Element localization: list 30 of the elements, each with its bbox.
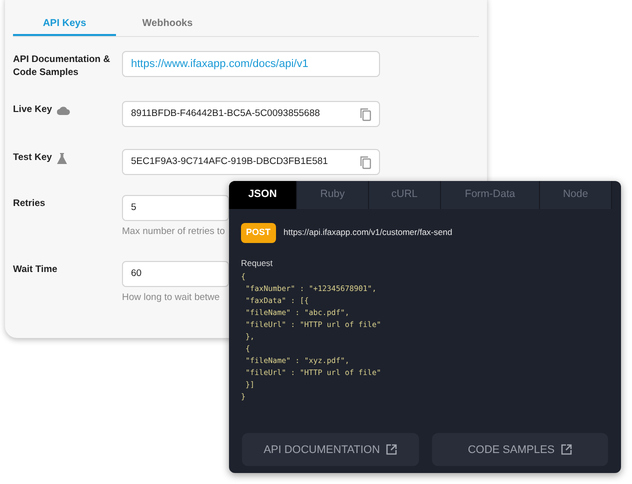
field-label: Live Key xyxy=(13,103,52,116)
tab[interactable]: API Keys xyxy=(13,12,116,36)
input-field[interactable]: 60 xyxy=(122,261,229,288)
field-label: Wait Time xyxy=(13,263,58,276)
input-field[interactable]: 5EC1F9A3-9C714AFC-919B-DBCD3FB1E581 xyxy=(122,149,380,175)
input-field[interactable]: https://www.ifaxapp.com/docs/api/v1 xyxy=(122,51,380,77)
tab[interactable]: Webhooks xyxy=(116,12,219,36)
link-button[interactable]: API DOCUMENTATION xyxy=(242,433,418,466)
field-label: Retries xyxy=(13,197,46,210)
field-label: API Documentation & Code Samples xyxy=(13,53,111,79)
copy-icon[interactable] xyxy=(360,108,371,120)
copy-icon[interactable] xyxy=(360,156,371,168)
hint-text: How long to wait betwe xyxy=(122,291,220,306)
endpoint-url: https://api.ifaxapp.com/v1/customer/fax-send xyxy=(284,226,452,240)
link-button[interactable]: CODE SAMPLES xyxy=(432,433,608,466)
input-field[interactable]: 8911BFDB-F46442B1-BC5A-5C0093855688 xyxy=(122,101,380,127)
hint-text: Max number of retries to xyxy=(122,225,225,239)
tab[interactable]: cURL xyxy=(369,181,441,209)
request-label: Request xyxy=(241,256,274,270)
method-badge: POST xyxy=(241,223,276,242)
external-link-icon xyxy=(386,444,397,456)
tab[interactable]: Node xyxy=(540,181,612,209)
tab[interactable]: Ruby xyxy=(297,181,369,209)
input-field[interactable]: 5 xyxy=(122,195,229,221)
field-label: Test Key xyxy=(13,151,52,164)
cloud-icon xyxy=(57,106,70,115)
external-link-icon xyxy=(560,444,572,456)
tab[interactable]: JSON xyxy=(229,181,297,209)
flask-icon xyxy=(56,153,67,164)
tab[interactable]: Form-Data xyxy=(441,181,540,209)
